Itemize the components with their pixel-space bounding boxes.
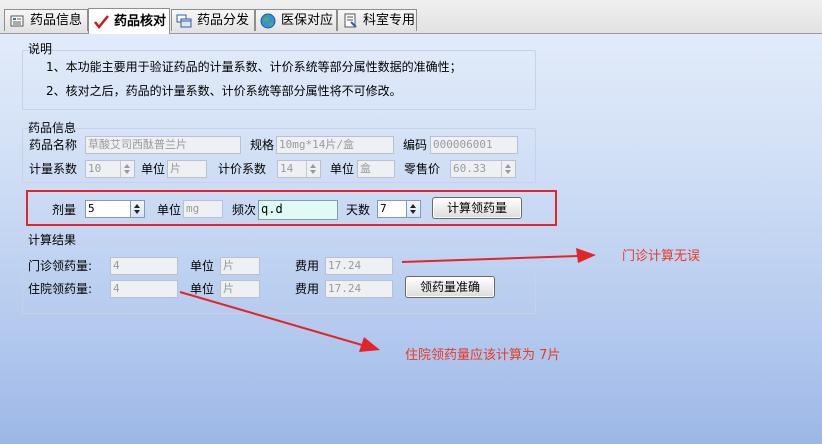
price-coef-label: 计价系数 <box>218 162 267 176</box>
measure-coef-stepper: 10 <box>85 160 135 178</box>
price-coef-value: 14 <box>280 162 294 175</box>
spec-field: 10mg*14片/盒 <box>276 136 394 154</box>
confirm-amount-button[interactable]: 领药量准确 <box>405 276 495 298</box>
measure-coef-spin <box>120 161 134 177</box>
inpatient-arrowhead <box>359 337 380 352</box>
tab-insurance-label: 医保对应 <box>281 12 334 28</box>
inpatient-unit-label: 单位 <box>190 282 215 296</box>
tab-bar: 药品信息 药品核对 药品分发 医保对应 科室专用 <box>0 0 822 34</box>
tab-department-label: 科室专用 <box>363 12 416 28</box>
days-stepper[interactable]: 7 <box>377 200 421 218</box>
tab-insurance[interactable]: 医保对应 <box>255 9 337 31</box>
drug-info-title: 药品信息 <box>28 121 77 135</box>
outpatient-unit-field: 片 <box>220 257 260 275</box>
outpatient-arrowhead <box>576 248 596 263</box>
checkmark-icon <box>93 14 109 30</box>
grid-icon <box>9 13 25 29</box>
windows-icon <box>176 13 192 29</box>
outpatient-amount-field: 4 <box>110 257 178 275</box>
dose-label: 剂量 <box>52 203 77 217</box>
inpatient-unit-field: 片 <box>220 280 260 298</box>
measure-unit-field: 片 <box>167 160 207 178</box>
document-icon <box>342 13 358 29</box>
inpatient-note: 住院领药量应该计算为 7片 <box>405 348 561 363</box>
outpatient-fee-field: 17.24 <box>325 257 393 275</box>
inpatient-label: 住院领药量: <box>28 282 93 296</box>
frequency-input[interactable]: q.d <box>258 200 338 220</box>
outpatient-note: 门诊计算无误 <box>622 249 701 264</box>
frequency-label: 频次 <box>232 203 257 217</box>
tab-drug-check[interactable]: 药品核对 <box>88 8 170 34</box>
dose-unit-label: 单位 <box>157 203 182 217</box>
measure-coef-label: 计量系数 <box>29 162 78 176</box>
price-coef-spin <box>306 161 320 177</box>
tab-drug-dispense[interactable]: 药品分发 <box>171 9 255 31</box>
outpatient-fee-label: 费用 <box>295 259 320 273</box>
spec-label: 规格 <box>250 138 275 152</box>
tab-department[interactable]: 科室专用 <box>337 9 417 31</box>
days-value: 7 <box>380 202 387 215</box>
outpatient-unit-label: 单位 <box>190 259 215 273</box>
tab-drug-info-label: 药品信息 <box>30 12 83 28</box>
price-unit-field: 盒 <box>357 160 395 178</box>
calculate-button[interactable]: 计算领药量 <box>432 197 522 219</box>
price-unit-label: 单位 <box>330 162 355 176</box>
price-coef-stepper: 14 <box>277 160 321 178</box>
description-line-2: 2、核对之后，药品的计量系数、计价系统等部分属性将不可修改。 <box>46 84 402 98</box>
measure-coef-value: 10 <box>88 162 102 175</box>
drug-name-field: 草酸艾司西酞普兰片 <box>85 136 241 154</box>
dose-value: 5 <box>88 202 95 215</box>
description-line-1: 1、本功能主要用于验证药品的计量系数、计价系统等部分属性数据的准确性； <box>46 60 462 74</box>
code-label: 编码 <box>403 138 428 152</box>
days-spin[interactable] <box>406 201 420 217</box>
days-label: 天数 <box>346 203 371 217</box>
drug-name-label: 药品名称 <box>29 138 78 152</box>
globe-icon <box>260 13 276 29</box>
measure-unit-label: 单位 <box>141 162 166 176</box>
inpatient-fee-field: 17.24 <box>325 280 393 298</box>
tab-drug-check-label: 药品核对 <box>114 13 167 29</box>
description-title: 说明 <box>28 42 53 56</box>
dose-unit-field: mg <box>183 200 223 218</box>
code-field: 000006001 <box>430 136 518 154</box>
tab-drug-info[interactable]: 药品信息 <box>4 9 88 31</box>
retail-spin <box>501 161 515 177</box>
result-title: 计算结果 <box>28 233 77 247</box>
outpatient-label: 门诊领药量: <box>28 259 93 273</box>
retail-value: 60.33 <box>453 162 487 175</box>
dose-stepper[interactable]: 5 <box>85 200 145 218</box>
retail-stepper: 60.33 <box>450 160 516 178</box>
inpatient-amount-field: 4 <box>110 280 178 298</box>
tab-drug-dispense-label: 药品分发 <box>197 12 250 28</box>
retail-label: 零售价 <box>404 162 441 176</box>
inpatient-fee-label: 费用 <box>295 282 320 296</box>
dose-spin[interactable] <box>130 201 144 217</box>
